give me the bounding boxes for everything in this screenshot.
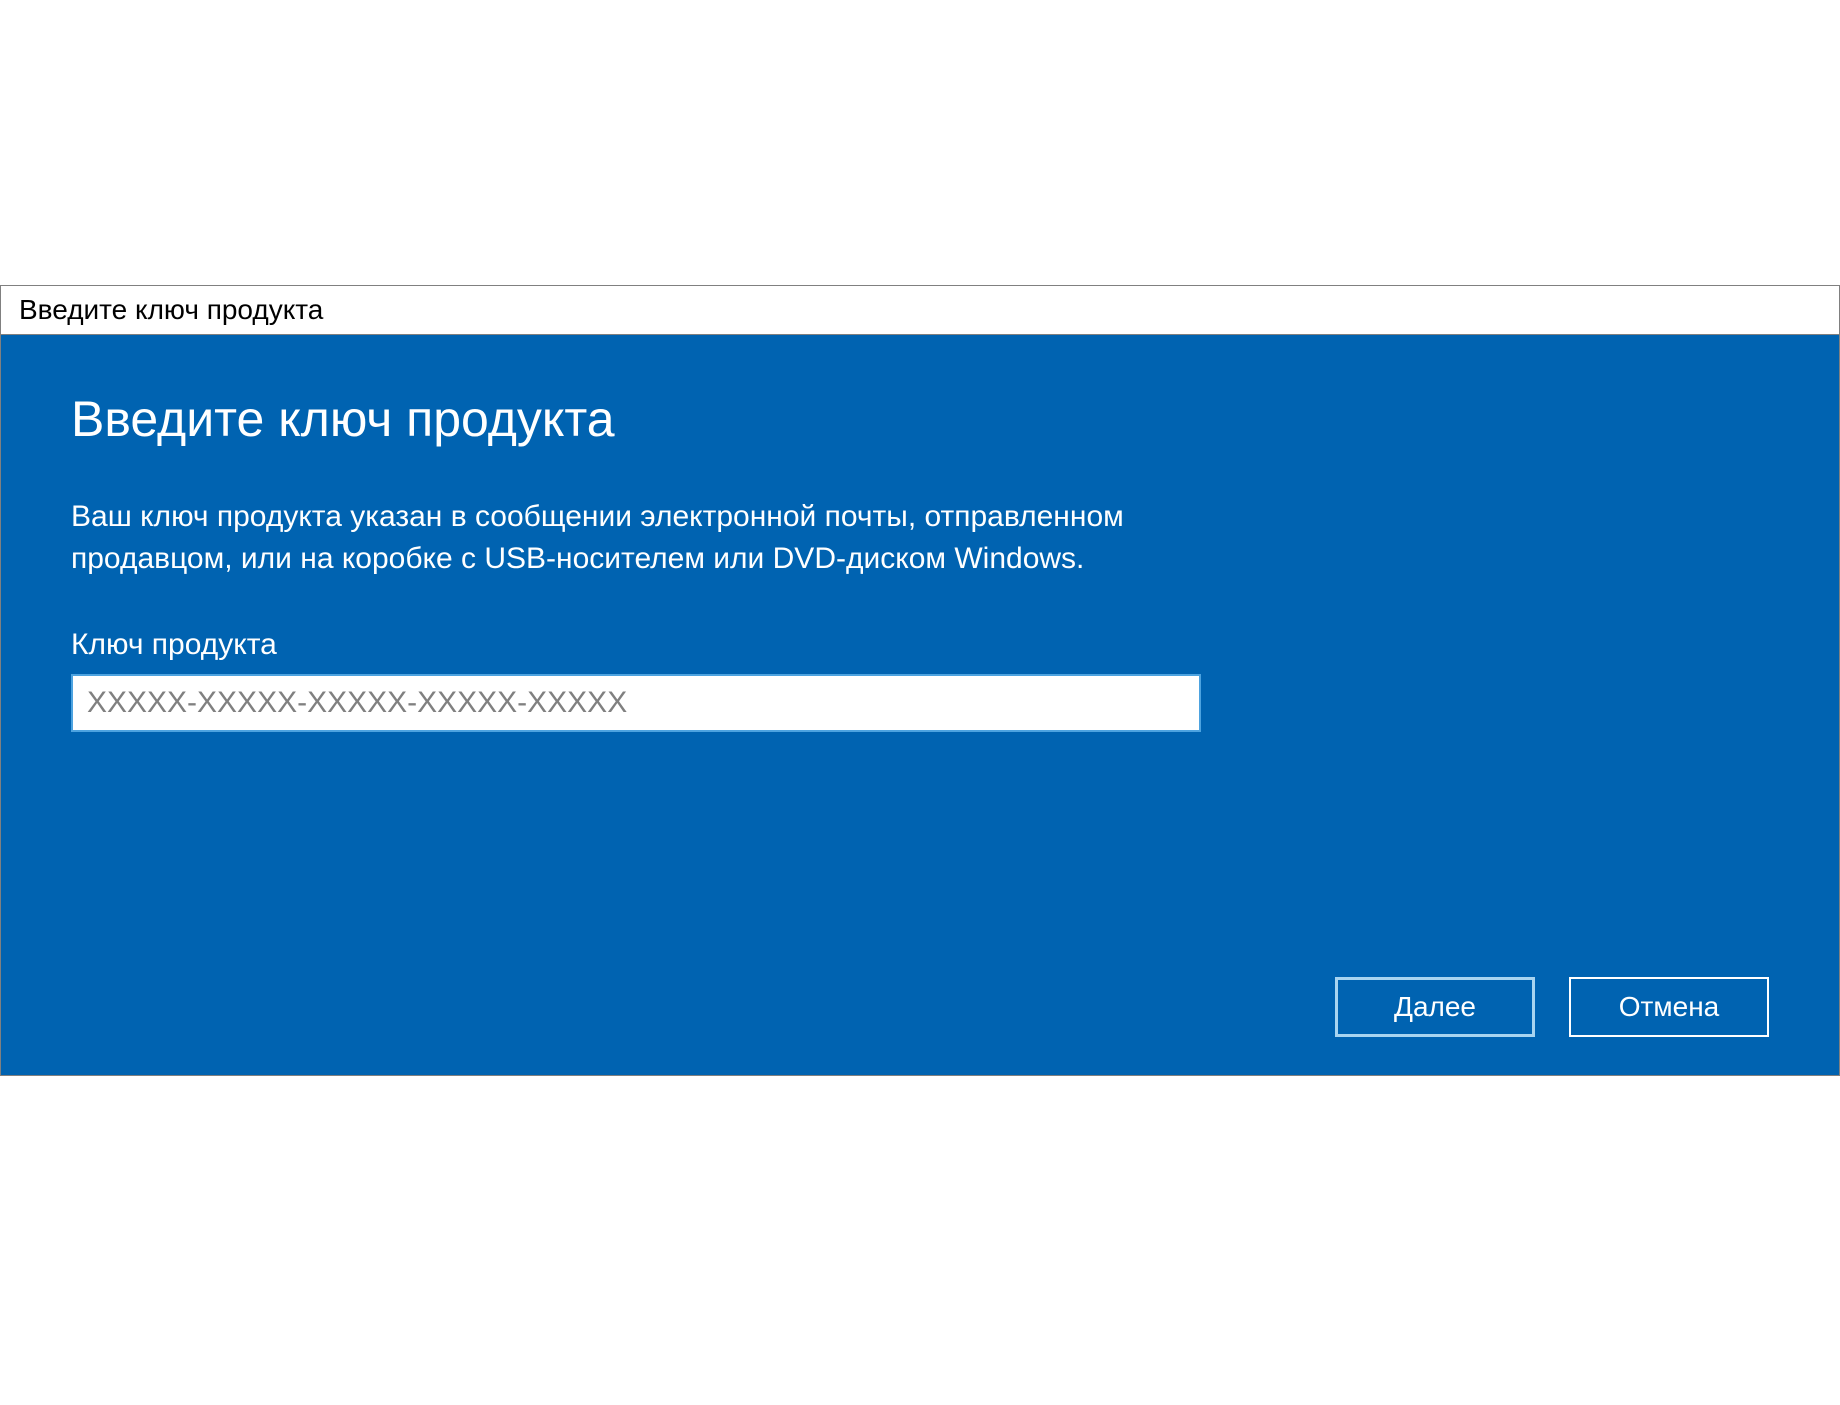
product-key-dialog: Введите ключ продукта Введите ключ проду… (0, 285, 1840, 1076)
cancel-button[interactable]: Отмена (1569, 977, 1769, 1037)
dialog-button-row: Далее Отмена (1335, 977, 1769, 1037)
window-title: Введите ключ продукта (19, 294, 323, 325)
product-key-label: Ключ продукта (71, 628, 1769, 662)
window-title-bar: Введите ключ продукта (1, 286, 1839, 335)
next-button[interactable]: Далее (1335, 977, 1535, 1037)
dialog-heading: Введите ключ продукта (71, 390, 1769, 448)
product-key-input[interactable] (71, 674, 1201, 732)
dialog-description: Ваш ключ продукта указан в сообщении эле… (71, 496, 1271, 580)
dialog-body: Введите ключ продукта Ваш ключ продукта … (1, 335, 1839, 1075)
